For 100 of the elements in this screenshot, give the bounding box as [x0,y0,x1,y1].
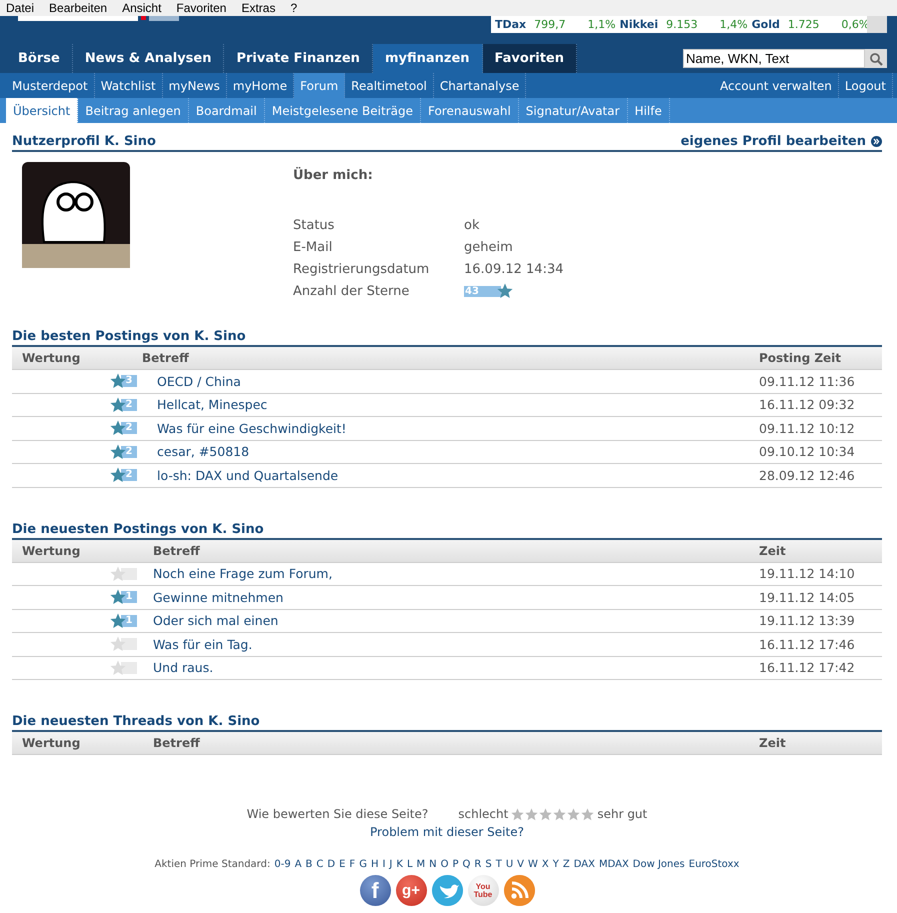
index-link[interactable]: U [506,859,514,870]
nav-tab[interactable]: myfinanzen [372,44,483,73]
search-field[interactable]: Name, WKN, Text [683,49,865,68]
rating-high-label: sehr gut [597,807,648,821]
menu-item[interactable]: Favoriten [176,1,234,15]
tab[interactable]: Meistgelesene Beiträge [264,98,421,123]
index-link[interactable]: Y [552,859,559,870]
index-link[interactable]: J [389,859,392,870]
field-label: Registrierungsdatum [293,262,430,276]
table-cell-text: 19.11.12 13:39 [759,613,856,628]
subnav-item[interactable]: Forum [294,73,346,98]
post-link[interactable]: Was für ein Tag. [142,636,759,652]
index-link[interactable]: EuroStoxx [688,859,740,870]
index-link[interactable]: DAX [574,859,595,870]
index-link[interactable]: M [416,859,426,870]
index-link[interactable]: Z [562,859,570,870]
star-count-bar: 43 [464,286,501,296]
index-link[interactable]: F [349,859,356,870]
rating-question: Wie bewerten Sie diese Seite? [246,807,428,821]
menu-item[interactable]: Extras [241,1,284,15]
rating-badge: 1 [121,614,137,627]
table-cell-text: 28.09.12 12:46 [759,468,856,483]
field-label: Status [293,218,336,232]
index-link[interactable]: Dow Jones [632,859,685,870]
problem-link[interactable]: Problem mit dieser Seite? [370,825,524,839]
tab[interactable]: Signatur/Avatar [518,98,628,123]
post-link[interactable]: Und raus. [142,660,759,676]
rating-badge [121,568,137,580]
index-link[interactable]: 0-9 [274,859,291,870]
rating-star[interactable] [553,808,566,820]
post-link[interactable]: Oder sich mal einen [142,613,759,628]
column-header: Betreff [142,351,190,365]
ticker-name[interactable]: Nikkei [620,18,658,31]
post-link[interactable]: Gewinne mitnehmen [142,590,759,605]
tab[interactable]: Hilfe [628,98,670,123]
post-link[interactable]: Noch eine Frage zum Forum, [142,566,759,582]
tab[interactable]: Beitrag anlegen [78,98,189,123]
index-link[interactable]: K [396,859,403,870]
index-link[interactable]: C [316,859,324,870]
rating-star[interactable] [539,808,552,820]
index-link[interactable]: W [528,859,538,870]
rating-low-label: schlecht [458,807,508,821]
bird-icon[interactable] [432,875,462,906]
post-link[interactable]: cesar, #50818 [142,444,759,460]
menu-item[interactable]: Datei [6,1,42,15]
rating-star[interactable] [511,808,524,820]
index-link[interactable]: N [429,859,437,870]
scroll-button[interactable] [867,16,887,33]
post-link[interactable]: lo-sh: DAX und Quartalsende [142,468,759,483]
index-link[interactable]: I [382,859,386,870]
rating-star[interactable] [567,808,580,820]
post-link[interactable]: Was für eine Geschwindigkeit! [142,420,759,436]
about-label: Über mich: [293,168,374,183]
index-link[interactable]: R [474,859,482,870]
table-cell-text: 16.11.12 17:46 [759,636,856,652]
field-label: Anzahl der Sterne [293,284,410,298]
rss-icon[interactable] [504,875,534,906]
rating-badge: 1 [121,591,137,604]
column-header: Zeit [759,544,787,558]
nav-tab[interactable]: Favoriten [482,44,577,73]
tab[interactable]: Übersicht [6,98,78,123]
ticker-name[interactable]: Gold [752,18,780,31]
google-plus-button[interactable]: g+ [396,875,426,906]
index-link[interactable]: E [339,859,346,870]
ticker-value: 799,7 [534,18,566,31]
post-link[interactable]: Hellcat, Minespec [142,397,759,412]
index-link[interactable]: H [370,859,378,870]
double-chevron-icon [871,136,882,147]
youtube-button[interactable]: You Tube [468,875,498,906]
rating-star[interactable] [525,808,538,820]
column-header: Posting Zeit [759,351,842,365]
column-header: Zeit [759,736,787,750]
index-link[interactable]: B [306,859,312,870]
index-link[interactable]: V [517,859,524,870]
search-button[interactable] [865,49,887,68]
index-link[interactable]: S [485,859,492,870]
index-link[interactable]: T [496,859,502,870]
post-link[interactable]: OECD / China [142,374,759,389]
rating-star[interactable] [581,808,594,820]
ticker-name[interactable]: TDax [495,18,526,31]
section-title: Die neuesten Threads von K. Sino [12,714,260,729]
index-link[interactable]: D [327,859,336,870]
menu-item[interactable]: Ansicht [122,1,170,15]
index-link[interactable]: P [452,859,459,870]
tab[interactable]: Forenauswahl [420,98,519,123]
menu-item[interactable]: ? [290,1,306,15]
tab[interactable]: Boardmail [188,98,265,123]
index-link[interactable]: A [294,859,302,870]
index-link[interactable]: G [359,859,367,870]
index-link[interactable]: X [542,859,549,870]
index-link[interactable]: Q [462,859,470,870]
menu-item[interactable]: Bearbeiten [49,1,116,15]
index-link[interactable]: MDAX [598,859,629,870]
rating-badge: 2 [121,446,137,458]
field-value: 16.09.12 14:34 [464,262,564,276]
column-header: Betreff [152,736,201,750]
index-link[interactable]: L [406,859,413,870]
edit-profile-link[interactable]: eigenes Profil bearbeiten [680,134,882,149]
table-cell-text: 16.11.12 09:32 [759,397,856,412]
index-link[interactable]: O [440,859,449,870]
